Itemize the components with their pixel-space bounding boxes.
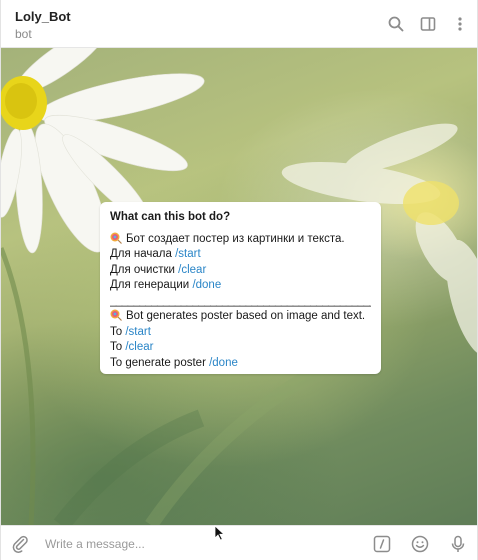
ru-clear-line: Для очистки /clear xyxy=(110,263,371,279)
start-command-link[interactable]: /start xyxy=(175,248,201,260)
en-intro-text: Bot generates poster based on image and … xyxy=(126,310,366,322)
en-done-line: To generate poster /done xyxy=(110,356,371,372)
separator-line: ________________________________________… xyxy=(110,294,371,307)
mouse-cursor-icon xyxy=(214,525,226,541)
lollipop-icon xyxy=(110,309,122,321)
sidebar-icon[interactable] xyxy=(417,13,439,35)
emoji-icon[interactable] xyxy=(410,534,430,554)
ru-start-label: Для начала xyxy=(110,248,176,260)
bot-commands-icon[interactable] xyxy=(372,534,392,554)
paperclip-icon[interactable] xyxy=(11,534,31,554)
clear-command-link[interactable]: /clear xyxy=(178,264,206,276)
chat-background: What can this bot do? Бот создает постер… xyxy=(1,48,477,525)
done-command-link[interactable]: /done xyxy=(192,279,221,291)
en-start-line: To /start xyxy=(110,325,371,341)
en-done-label: To generate poster xyxy=(110,356,210,369)
lollipop-icon xyxy=(110,232,122,244)
done-command-link[interactable]: /done xyxy=(209,357,238,369)
search-icon[interactable] xyxy=(385,13,407,35)
chat-header: Loly_Bot bot xyxy=(1,0,477,48)
microphone-icon[interactable] xyxy=(448,534,468,554)
start-command-link[interactable]: /start xyxy=(125,326,151,338)
bot-description-ru: Бот создает постер из картинки и текста. xyxy=(110,232,371,248)
more-vertical-icon[interactable] xyxy=(449,13,471,35)
ru-clear-label: Для очистки xyxy=(110,263,179,276)
en-clear-line: To /clear xyxy=(110,340,371,356)
ru-done-label: Для генерации xyxy=(110,279,193,291)
en-clear-label: To xyxy=(110,341,126,353)
ru-start-line: Для начала /start xyxy=(110,247,371,263)
bot-info-title: What can this bot do? xyxy=(110,211,231,223)
bot-info-card: What can this bot do? Бот создает постер… xyxy=(100,202,381,374)
telegram-window: Loly_Bot bot What can this bot do? Бот с… xyxy=(0,0,478,560)
chat-subtitle: bot xyxy=(15,27,32,41)
message-composer xyxy=(1,525,477,560)
bot-description-en: Bot generates poster based on image and … xyxy=(110,309,371,325)
ru-done-line: Для генерации /done xyxy=(110,278,371,294)
clear-command-link[interactable]: /clear xyxy=(125,341,153,353)
chat-title[interactable]: Loly_Bot xyxy=(15,9,71,24)
ru-intro-text: Бот создает постер из картинки и текста. xyxy=(126,232,345,245)
en-start-label: To xyxy=(110,325,126,338)
message-input[interactable] xyxy=(45,534,345,554)
